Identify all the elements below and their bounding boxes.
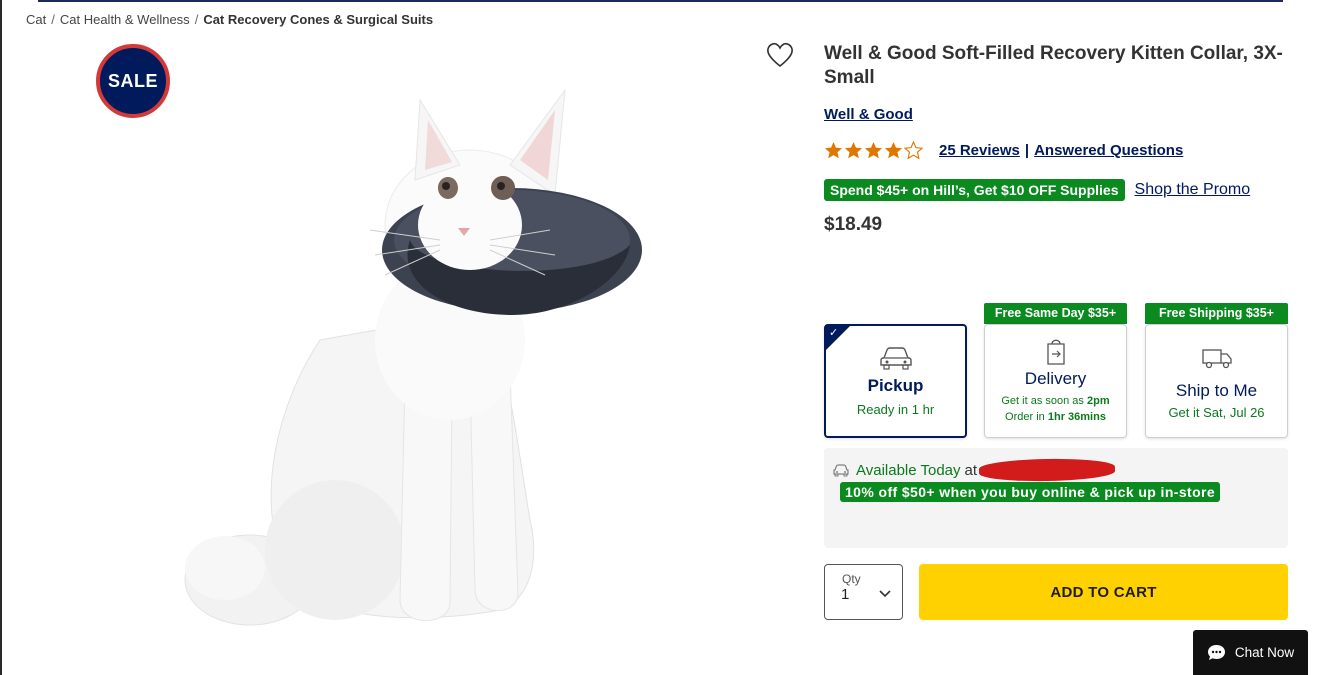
availability-panel: Available Today at 10% off $50+ when you… <box>824 448 1288 548</box>
star-filled-icon <box>844 141 863 159</box>
breadcrumb-link-cat-health[interactable]: Cat Health & Wellness <box>60 12 190 27</box>
brand-link[interactable]: Well & Good <box>824 106 913 123</box>
car-icon <box>879 347 912 370</box>
page-left-border <box>0 0 2 675</box>
star-filled-icon <box>824 141 843 159</box>
chevron-down-icon <box>879 590 891 598</box>
pickup-label: Pickup <box>867 376 924 395</box>
promo-row: Spend $45+ on Hill’s, Get $10 OFF Suppli… <box>824 179 1250 201</box>
reviews-link[interactable]: 25 Reviews <box>939 142 1020 159</box>
breadcrumb-link-cat[interactable]: Cat <box>26 12 46 27</box>
star-filled-icon <box>864 141 883 159</box>
header-underline-left <box>38 0 95 2</box>
breadcrumb-current: Cat Recovery Cones & Surgical Suits <box>203 12 434 27</box>
add-to-cart-button[interactable]: ADD TO CART <box>919 564 1288 620</box>
delivery-label: Delivery <box>1024 369 1087 388</box>
ship-label: Ship to Me <box>1175 381 1258 400</box>
free-shipping-ribbon: Free Shipping $35+ <box>1145 303 1288 324</box>
promo-tag: Spend $45+ on Hill’s, Get $10 OFF Suppli… <box>824 179 1125 201</box>
quantity-label: Qty <box>842 572 861 586</box>
rating-row: 25 Reviews | Answered Questions <box>824 141 1183 160</box>
availability-line: Available Today at <box>832 457 1116 483</box>
chat-now-label: Chat Now <box>1234 645 1295 660</box>
truck-icon <box>1201 349 1232 369</box>
breadcrumb-separator: / <box>194 12 199 27</box>
store-pickup-promo: 10% off $50+ when you buy online & pick … <box>840 482 1221 502</box>
delivery-cutoff-time: 1hr 36mins <box>1047 411 1106 423</box>
delivery-eta: Get it as soon as 2pm <box>985 393 1126 409</box>
answered-questions-link[interactable]: Answered Questions <box>1034 142 1183 159</box>
delivery-cutoff: Order in 1hr 36mins <box>985 409 1126 425</box>
product-image[interactable] <box>170 80 660 640</box>
star-rating[interactable] <box>824 141 923 160</box>
fulfillment-option-ship[interactable]: Ship to Me Get it Sat, Jul 26 <box>1145 324 1288 438</box>
availability-status: Available Today <box>856 461 961 479</box>
star-filled-icon <box>884 141 903 159</box>
header-underline <box>95 0 1283 2</box>
shopping-bag-icon <box>1046 339 1065 365</box>
fulfillment-option-pickup[interactable]: ✓ Pickup Ready in 1 hr <box>824 324 967 438</box>
ship-eta: Get it Sat, Jul 26 <box>1168 405 1265 420</box>
quantity-value: 1 <box>841 586 850 603</box>
breadcrumb: Cat / Cat Health & Wellness / Cat Recovery C… <box>26 12 433 27</box>
fulfillment-option-delivery[interactable]: Delivery Get it as soon as 2pm Order in … <box>984 324 1127 438</box>
redacted-store-name <box>978 457 1116 483</box>
breadcrumb-separator: / <box>51 12 55 27</box>
chat-bubble-icon <box>1207 645 1225 660</box>
availability-at: at <box>964 461 978 479</box>
same-day-ribbon: Free Same Day $35+ <box>984 303 1127 324</box>
chat-now-button[interactable]: Chat Now <box>1193 630 1308 675</box>
product-price: $18.49 <box>824 214 883 235</box>
delivery-eta-time: 2pm <box>1086 395 1110 407</box>
shop-promo-link[interactable]: Shop the Promo <box>1135 181 1251 199</box>
link-separator: | <box>1024 142 1030 159</box>
delivery-eta-prefix: Get it as soon as <box>1001 395 1084 407</box>
quantity-select[interactable]: Qty 1 <box>824 564 903 620</box>
delivery-cutoff-prefix: Order in <box>1005 411 1045 423</box>
checkmark-icon: ✓ <box>829 327 839 339</box>
car-icon <box>833 464 849 477</box>
sale-badge: SALE <box>96 44 170 118</box>
star-empty-icon <box>904 141 923 160</box>
product-title: Well & Good Soft-Filled Recovery Kitten … <box>824 43 1283 88</box>
heart-icon[interactable] <box>766 42 794 68</box>
pickup-ready-time: Ready in 1 hr <box>856 402 935 417</box>
sale-badge-label: SALE <box>107 70 158 91</box>
